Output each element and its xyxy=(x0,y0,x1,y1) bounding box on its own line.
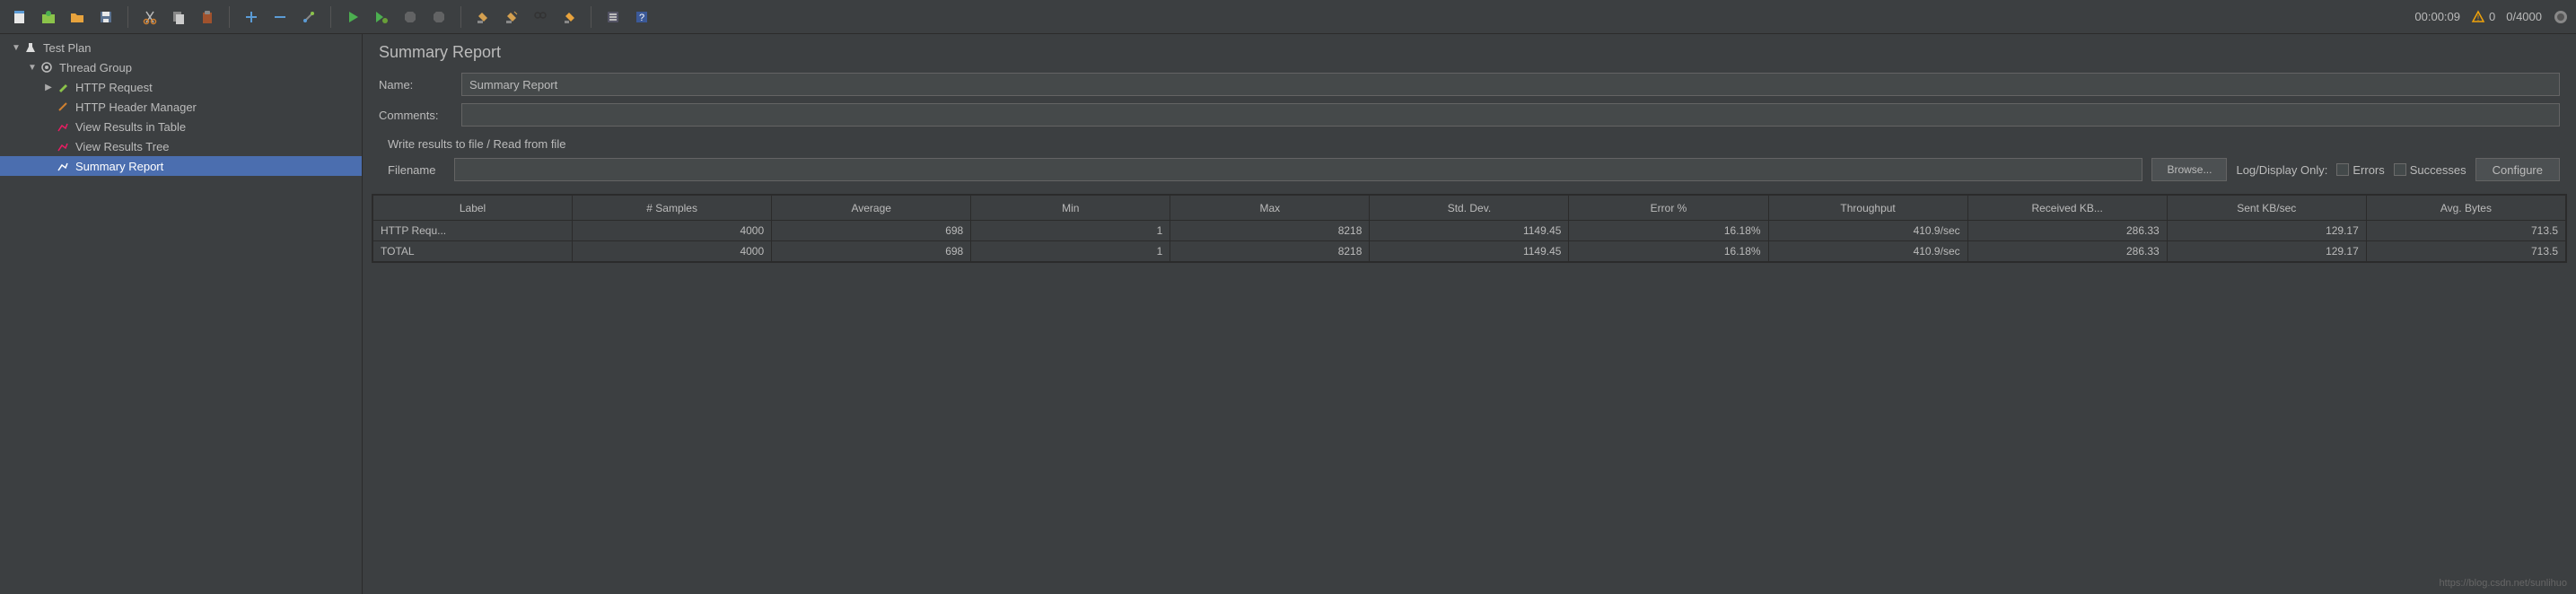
svg-text:?: ? xyxy=(639,13,644,23)
tree-label: Thread Group xyxy=(59,61,132,74)
tree-label: View Results Tree xyxy=(75,140,170,153)
name-label: Name: xyxy=(379,78,452,92)
templates-icon[interactable] xyxy=(36,4,61,30)
logdisplay-label: Log/Display Only: xyxy=(2236,163,2327,177)
tree-results-tree[interactable]: View Results Tree xyxy=(0,136,362,156)
open-icon[interactable] xyxy=(65,4,90,30)
fieldset-label: Write results to file / Read from file xyxy=(363,130,2576,153)
function-helper-icon[interactable] xyxy=(600,4,626,30)
col-max[interactable]: Max xyxy=(1170,196,1370,221)
col-label[interactable]: Label xyxy=(373,196,573,221)
col-samples[interactable]: # Samples xyxy=(573,196,772,221)
col-min[interactable]: Min xyxy=(971,196,1170,221)
successes-checkbox[interactable]: Successes xyxy=(2394,163,2466,177)
warn-count: 0 xyxy=(2489,10,2495,23)
toggle-icon[interactable] xyxy=(296,4,321,30)
filename-input[interactable] xyxy=(454,158,2142,181)
gear-icon xyxy=(39,60,54,74)
tree-results-table[interactable]: View Results in Table xyxy=(0,117,362,136)
shutdown-icon[interactable] xyxy=(426,4,451,30)
table-icon xyxy=(56,119,70,134)
collapse-icon[interactable] xyxy=(267,4,293,30)
panel-title: Summary Report xyxy=(363,34,2576,69)
tree-label: Summary Report xyxy=(75,160,163,173)
tree-test-plan[interactable]: ▼ Test Plan xyxy=(0,38,362,57)
stop-icon[interactable] xyxy=(398,4,423,30)
start-icon[interactable] xyxy=(340,4,365,30)
wrench-icon xyxy=(56,100,70,114)
timer-text: 00:00:09 xyxy=(2414,10,2460,23)
start-no-pause-icon[interactable] xyxy=(369,4,394,30)
table-row[interactable]: TOTAL4000698182181149.4516.18%410.9/sec2… xyxy=(373,241,2566,262)
svg-text:!: ! xyxy=(2477,13,2480,22)
new-icon[interactable] xyxy=(7,4,32,30)
tree-http-request[interactable]: ▶ HTTP Request xyxy=(0,77,362,97)
search-icon[interactable] xyxy=(528,4,553,30)
table-row[interactable]: HTTP Requ...4000698182181149.4516.18%410… xyxy=(373,221,2566,241)
cut-icon[interactable] xyxy=(137,4,162,30)
errors-label: Errors xyxy=(2353,163,2384,177)
summary-icon xyxy=(56,159,70,173)
col-throughput[interactable]: Throughput xyxy=(1768,196,1967,221)
col-average[interactable]: Average xyxy=(772,196,971,221)
successes-label: Successes xyxy=(2410,163,2466,177)
watermark: https://blog.csdn.net/sunlihuo xyxy=(2440,578,2567,589)
clear-all-icon[interactable] xyxy=(499,4,524,30)
pipette-icon xyxy=(56,80,70,94)
tree-thread-group[interactable]: ▼ Thread Group xyxy=(0,57,362,77)
expand-icon[interactable] xyxy=(239,4,264,30)
flask-icon xyxy=(23,40,38,55)
toolbar: ? 00:00:09 ! 0 0/4000 xyxy=(0,0,2576,34)
collapse-panel-icon[interactable] xyxy=(2553,9,2569,25)
col-sent[interactable]: Sent KB/sec xyxy=(2167,196,2366,221)
filename-label: Filename xyxy=(388,163,445,177)
thread-status: 0/4000 xyxy=(2506,10,2542,23)
clear-icon[interactable] xyxy=(470,4,495,30)
help-icon[interactable]: ? xyxy=(629,4,654,30)
chevron-down-icon[interactable]: ▼ xyxy=(25,63,39,73)
chevron-right-icon[interactable]: ▶ xyxy=(41,83,56,92)
col-bytes[interactable]: Avg. Bytes xyxy=(2366,196,2565,221)
results-table: Label # Samples Average Min Max Std. Dev… xyxy=(372,194,2567,263)
tree-label: View Results in Table xyxy=(75,120,186,134)
tree-label: Test Plan xyxy=(43,41,91,55)
col-recv[interactable]: Received KB... xyxy=(1967,196,2167,221)
errors-checkbox[interactable]: Errors xyxy=(2336,163,2384,177)
copy-icon[interactable] xyxy=(166,4,191,30)
tree-http-header[interactable]: HTTP Header Manager xyxy=(0,97,362,117)
save-icon[interactable] xyxy=(93,4,118,30)
chevron-down-icon[interactable]: ▼ xyxy=(9,43,23,53)
results-tree-icon xyxy=(56,139,70,153)
table-header-row: Label # Samples Average Min Max Std. Dev… xyxy=(373,196,2566,221)
configure-button[interactable]: Configure xyxy=(2475,158,2560,181)
tree-panel: ▼ Test Plan ▼ Thread Group ▶ HTTP Reques… xyxy=(0,34,363,594)
warning-icon: ! xyxy=(2471,10,2485,24)
tree-summary-report[interactable]: Summary Report xyxy=(0,156,362,176)
col-error[interactable]: Error % xyxy=(1569,196,1768,221)
content-panel: Summary Report Name: Comments: Write res… xyxy=(363,34,2576,594)
comments-input[interactable] xyxy=(461,103,2560,127)
comments-label: Comments: xyxy=(379,109,452,122)
browse-button[interactable]: Browse... xyxy=(2151,158,2227,181)
tree-label: HTTP Header Manager xyxy=(75,100,197,114)
tree-label: HTTP Request xyxy=(75,81,153,94)
paste-icon[interactable] xyxy=(195,4,220,30)
reset-search-icon[interactable] xyxy=(556,4,582,30)
col-std[interactable]: Std. Dev. xyxy=(1370,196,1569,221)
name-input[interactable] xyxy=(461,73,2560,96)
